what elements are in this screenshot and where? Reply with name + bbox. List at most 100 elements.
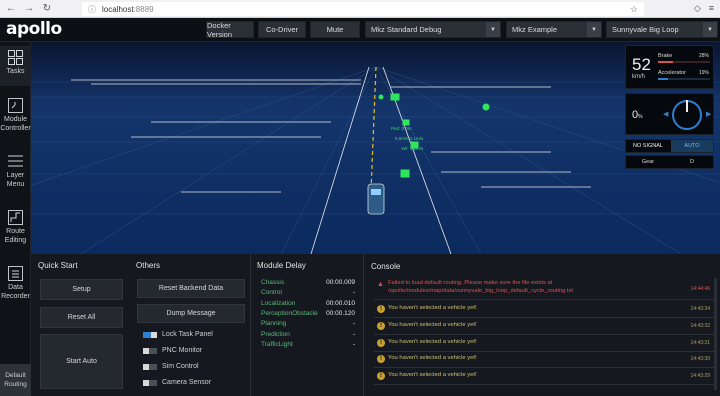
vehicle-select[interactable]: Mkz Example ▼: [506, 21, 602, 38]
scene-view[interactable]: Ped: 0.0m 0.0m/s 4.1m/s Vel: 1.2m/s: [31, 42, 720, 254]
module-delay-name: Localization: [261, 299, 296, 307]
signal-status: NO SIGNAL: [633, 143, 663, 149]
signal-panel: NO SIGNAL AUTO: [625, 139, 714, 153]
url-port: :8889: [133, 4, 154, 14]
apollo-logo: apollo: [6, 19, 62, 39]
console-error-time: 14:44:46: [690, 286, 710, 292]
start-auto-button[interactable]: Start Auto: [40, 334, 123, 389]
sidebar-item-module-controller[interactable]: Module Controller: [0, 94, 31, 138]
gear-panel: Gear D: [625, 155, 714, 169]
mute-button[interactable]: Mute: [310, 21, 360, 38]
accelerator-bar: [658, 78, 710, 80]
module-delay-value: -: [352, 289, 355, 297]
brake-bar-fill: [658, 61, 673, 63]
co-driver-button[interactable]: Co-Driver: [258, 21, 306, 38]
sidebar-item-tasks[interactable]: Tasks: [0, 46, 31, 86]
reset-all-button[interactable]: Reset All: [40, 307, 123, 328]
sidebar-item-data-recorder[interactable]: Data Recorder: [0, 262, 31, 306]
vehicle-select-value: Mkz Example: [512, 25, 558, 34]
sidebar-item-label: Tasks: [6, 68, 25, 75]
forward-icon[interactable]: →: [22, 2, 36, 16]
toggle-label: Camera Sensor: [162, 379, 212, 386]
sim-control-toggle[interactable]: [143, 364, 157, 370]
console-warning-row: ! You haven't selected a vehicle yet! 14:4…: [374, 336, 714, 352]
console-warning-row: ! You haven't selected a vehicle yet! 14:4…: [374, 369, 714, 386]
sidebar: Tasks Module Controller Layer Menu Route…: [0, 42, 31, 396]
mode-select-value: Mkz Standard Debug: [371, 25, 442, 34]
reset-backend-button[interactable]: Reset Backend Data: [137, 279, 245, 298]
console-warning-row: ! You haven't selected a vehicle yet! 14:4…: [374, 352, 714, 369]
console-warning-text: You haven't selected a vehicle yet!: [388, 305, 477, 311]
obstacle-label: Ped: 0.0m: [391, 126, 412, 131]
reload-icon[interactable]: ↻: [40, 2, 54, 16]
steering-panel: 0% ◀ ▶: [625, 93, 714, 135]
error-icon: ▲: [377, 281, 384, 288]
drive-mode: AUTO: [671, 140, 713, 152]
speed-value: 52: [632, 55, 651, 74]
docker-version-button[interactable]: Docker Version: [206, 21, 254, 39]
console-warning-row: ! You haven't selected a vehicle yet! 14:4…: [374, 319, 714, 335]
pnc-monitor-toggle[interactable]: [143, 348, 157, 354]
console-warning-text: You haven't selected a vehicle yet!: [388, 338, 477, 345]
console-warning-text: You haven't selected a vehicle yet!: [388, 355, 477, 362]
map-select-value: Sunnyvale Big Loop: [612, 25, 679, 34]
module-delay-name: Control: [261, 289, 282, 297]
module-delay-value: 00:00.120: [326, 309, 355, 317]
menu-icon[interactable]: ≡: [709, 3, 714, 14]
tasks-grid-icon: [8, 50, 23, 65]
steer-right-icon: ▶: [706, 111, 712, 118]
console-scrollbar[interactable]: [714, 278, 717, 390]
module-delay-name: Prediction: [261, 330, 290, 338]
chevron-down-icon: ▼: [486, 22, 500, 37]
module-delay-name: Planning: [261, 320, 287, 328]
module-delay-value: -: [352, 340, 355, 348]
console-warning-time: 14:43:30: [690, 356, 710, 363]
mode-select[interactable]: Mkz Standard Debug ▼: [365, 21, 501, 38]
lock-task-panel-toggle[interactable]: [143, 332, 157, 338]
console-warning-time: 14:43:31: [690, 339, 710, 346]
steer-left-icon: ◀: [663, 111, 669, 118]
console-warning-text: You haven't selected a vehicle yet!: [388, 321, 477, 328]
console-warning-time: 14:43:29: [690, 373, 710, 380]
sidebar-item-label: Data Recorder: [1, 284, 30, 300]
default-routing-button[interactable]: Default Routing: [0, 364, 31, 396]
brake-label: Brake: [658, 53, 673, 59]
map-select[interactable]: Sunnyvale Big Loop ▼: [606, 21, 718, 38]
sidebar-item-label: Layer Menu: [6, 172, 25, 188]
accelerator-label: Accelerator: [658, 70, 686, 76]
module-delay-value: -: [352, 330, 355, 338]
bookmark-star-icon[interactable]: ☆: [630, 4, 638, 15]
quick-start-title: Quick Start: [38, 261, 78, 270]
console-warning-time: 14:43:32: [690, 322, 710, 329]
back-icon[interactable]: ←: [4, 2, 18, 16]
camera-sensor-toggle[interactable]: [143, 380, 157, 386]
chevron-down-icon: ▼: [703, 22, 717, 37]
app-header: apollo Docker Version Co-Driver Mute Mkz…: [0, 18, 720, 42]
speed-panel: 52 km/h Brake 28% Accelerator 19%: [625, 45, 714, 89]
pocket-icon[interactable]: ◇: [694, 3, 701, 14]
accelerator-value: 19%: [698, 70, 709, 76]
vehicle-status-panel: 52 km/h Brake 28% Accelerator 19% 0% ◀ ▶…: [625, 45, 714, 172]
speed-unit: km/h: [632, 74, 646, 80]
toggle-label: Lock Task Panel: [162, 331, 213, 338]
sidebar-item-route-editing[interactable]: Route Editing: [0, 206, 31, 250]
console-error-text: Failed to load default routing. Please m…: [388, 280, 573, 294]
toggle-label: PNC Monitor: [162, 347, 203, 354]
setup-button[interactable]: Setup: [40, 279, 123, 300]
dump-message-button[interactable]: Dump Message: [137, 304, 245, 323]
gear-label: Gear: [641, 159, 655, 165]
url-host: localhost: [102, 4, 134, 14]
route-editing-icon: [8, 210, 23, 225]
steering-value: 0%: [632, 109, 643, 121]
address-bar[interactable]: ⓘ localhost:8889 ☆: [82, 2, 644, 16]
sidebar-item-layer-menu[interactable]: Layer Menu: [0, 150, 31, 194]
module-delay-name: TrafficLight: [261, 340, 293, 348]
others-title: Others: [136, 261, 161, 270]
console-warning-time: 14:43:34: [690, 306, 710, 312]
divider: [363, 254, 364, 396]
divider: [250, 254, 251, 396]
module-delay-name: Chassis: [261, 279, 285, 286]
accelerator-bar-fill: [658, 78, 668, 80]
warning-icon: !: [377, 321, 385, 330]
toggle-label: Sim Control: [162, 363, 199, 370]
